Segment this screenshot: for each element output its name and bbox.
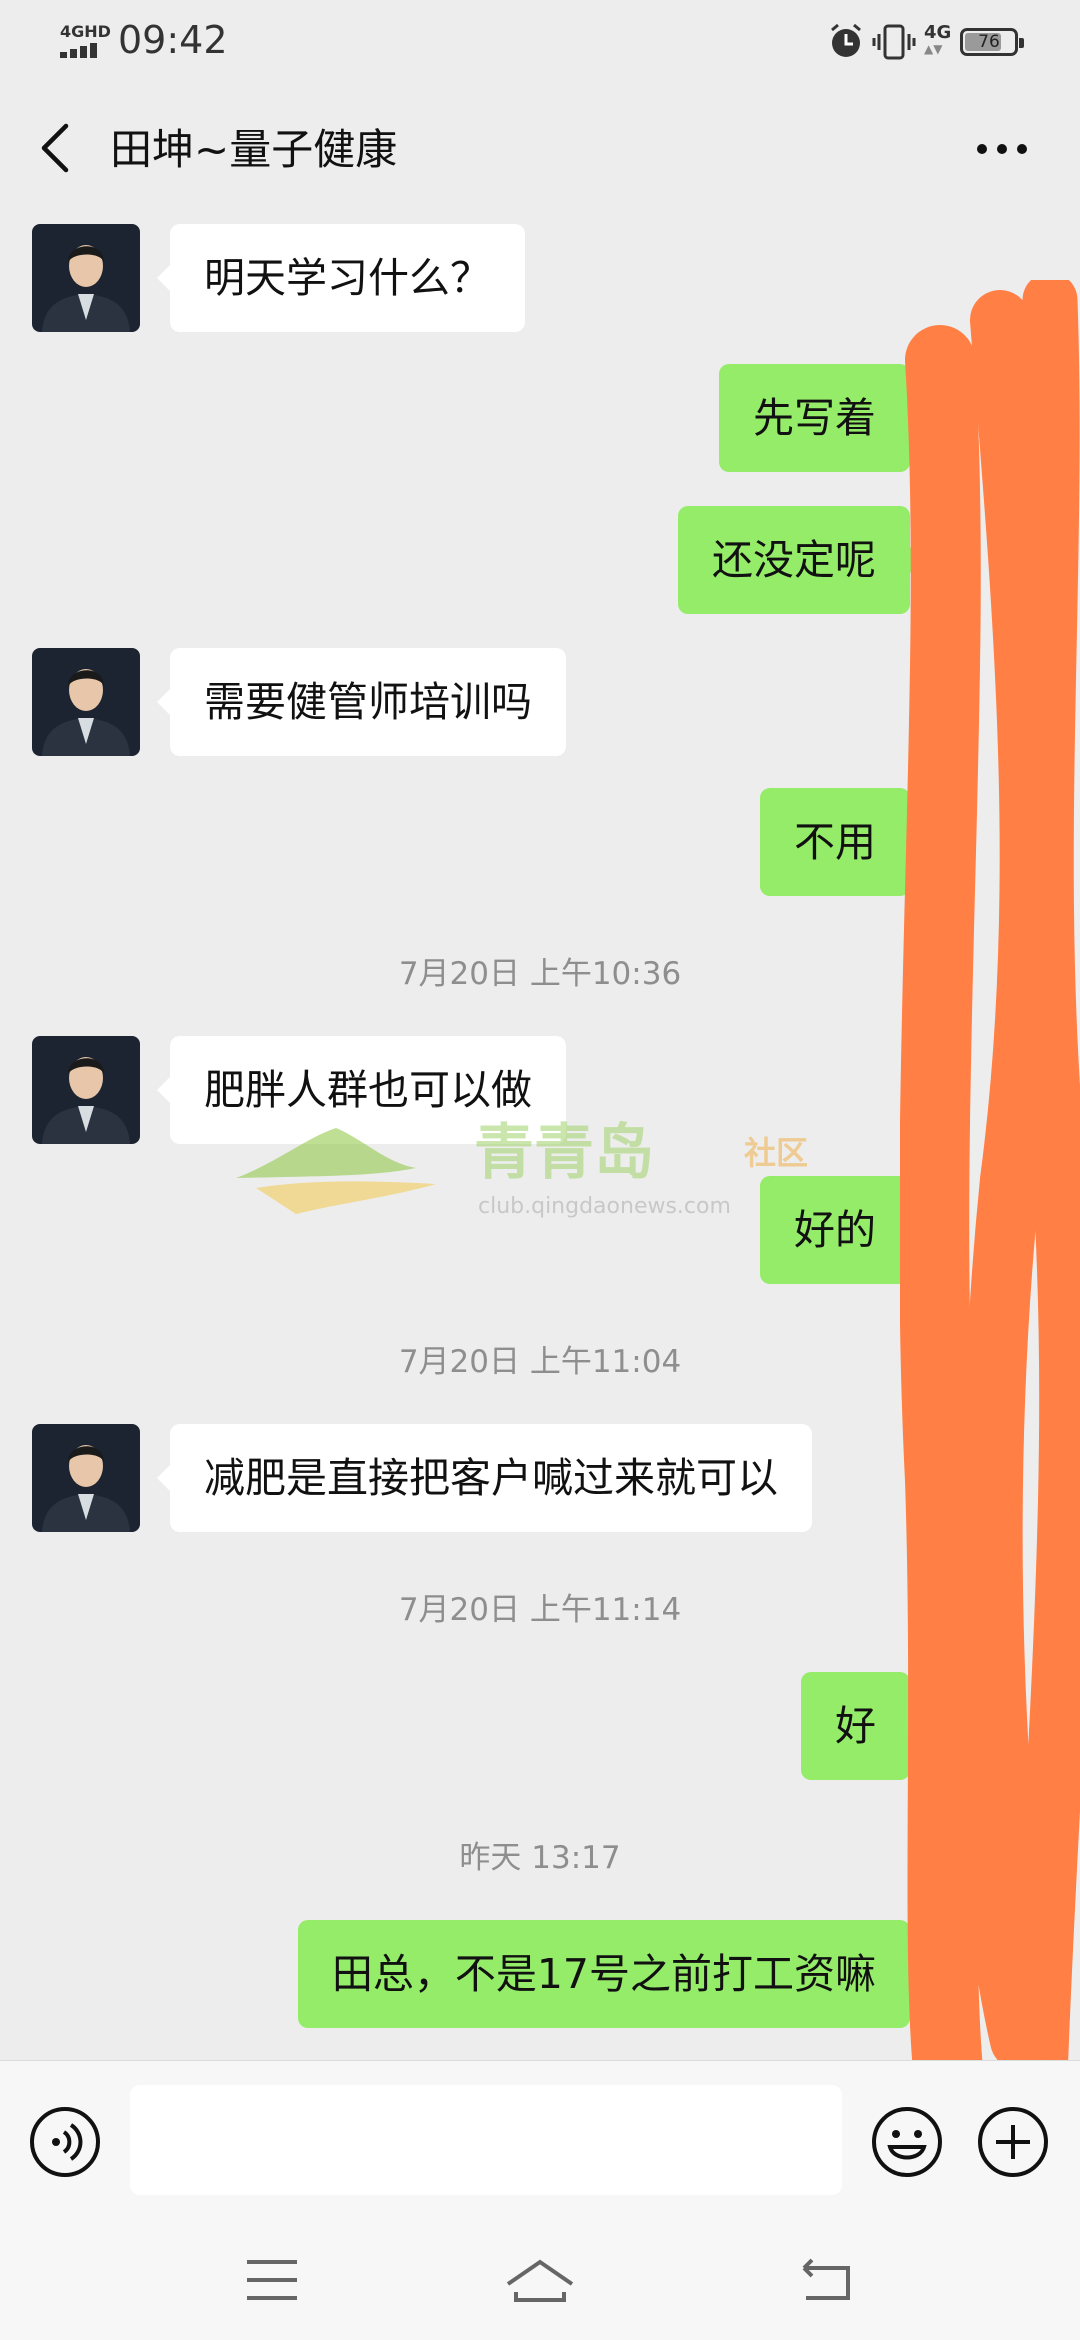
contact-avatar[interactable] (32, 224, 140, 332)
chevron-left-icon[interactable] (36, 122, 76, 174)
chat-header: 田坤~量子健康 (0, 84, 1080, 214)
vibrate-icon (872, 24, 916, 60)
status-bar: 4GHD 09:42 4G ▲▼ 76 (0, 0, 1080, 84)
watermark-url: club.qingdaonews.com (478, 1194, 731, 1219)
battery-indicator: 76 (960, 28, 1024, 56)
input-bar (0, 2060, 1080, 2221)
watermark-logo (236, 1128, 436, 1214)
outgoing-message-bubble[interactable]: 先写着 (719, 364, 923, 472)
clock: 09:42 (118, 18, 228, 62)
mobile-data-label: 4G (924, 22, 952, 43)
network-type-label: 4GHD (60, 22, 111, 41)
menu-icon[interactable] (222, 2244, 322, 2316)
back-nav-icon[interactable] (776, 2244, 876, 2316)
home-icon[interactable] (490, 2244, 590, 2316)
system-navigation-bar (0, 2220, 1080, 2340)
signal-icon: 4GHD (60, 22, 111, 60)
plus-icon[interactable] (976, 2105, 1050, 2179)
more-dots-icon[interactable] (972, 124, 1032, 174)
outgoing-message-bubble[interactable]: 还没定呢 (678, 506, 923, 614)
incoming-message-bubble[interactable]: 需要健管师培训吗 (157, 648, 566, 756)
watermark: 青青岛 社区 club.qingdaonews.com (236, 1118, 836, 1228)
message-input[interactable] (130, 2085, 842, 2195)
voice-input-icon[interactable] (28, 2105, 102, 2179)
outgoing-message-bubble[interactable]: 好 (801, 1672, 923, 1780)
contact-avatar[interactable] (32, 1036, 140, 1144)
battery-level-text: 76 (978, 32, 1000, 52)
outgoing-message-bubble[interactable]: 不用 (760, 788, 923, 896)
watermark-brand: 青青岛 (474, 1118, 654, 1188)
emoji-icon[interactable] (870, 2105, 944, 2179)
contact-avatar[interactable] (32, 1424, 140, 1532)
outgoing-message-bubble[interactable]: 田总，不是17号之前打工资嘛 (297, 1920, 924, 2028)
incoming-message-bubble[interactable]: 明天学习什么？ (157, 224, 525, 332)
contact-avatar[interactable] (32, 648, 140, 756)
incoming-message-bubble[interactable]: 减肥是直接把客户喊过来就可以 (157, 1424, 812, 1532)
4g-icon: 4G ▲▼ (924, 22, 952, 56)
chat-title: 田坤~量子健康 (110, 125, 398, 174)
redaction-scribble (900, 280, 1080, 2180)
alarm-icon (831, 23, 861, 57)
watermark-suffix: 社区 (744, 1134, 809, 1172)
